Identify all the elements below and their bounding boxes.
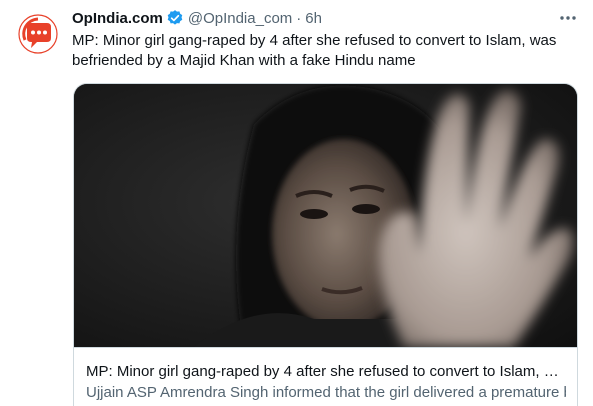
card-divider [74,347,577,348]
tweet[interactable]: OpIndia.com @OpIndia_com · 6h MP: Minor … [0,0,593,406]
tweet-text: MP: Minor girl gang-raped by 4 after she… [72,32,557,69]
verified-badge-icon [166,9,184,27]
speech-bubble-logo-icon [18,14,58,54]
avatar[interactable] [15,11,61,57]
card-title[interactable]: MP: Minor girl gang-raped by 4 after she… [86,362,566,382]
header-separator: · [296,9,302,27]
card-description[interactable]: Ujjain ASP Amrendra Singh informed that … [86,383,566,403]
link-preview-card[interactable]: MP: Minor girl gang-raped by 4 after she… [73,83,578,406]
more-options-button[interactable] [557,10,579,26]
card-image[interactable] [74,84,577,347]
more-options-icon [560,16,576,20]
author-name[interactable]: OpIndia.com [72,10,163,27]
tweet-timestamp[interactable]: 6h [305,10,322,27]
tweet-header: OpIndia.com @OpIndia_com · 6h [72,8,322,28]
author-handle[interactable]: @OpIndia_com [188,10,292,27]
